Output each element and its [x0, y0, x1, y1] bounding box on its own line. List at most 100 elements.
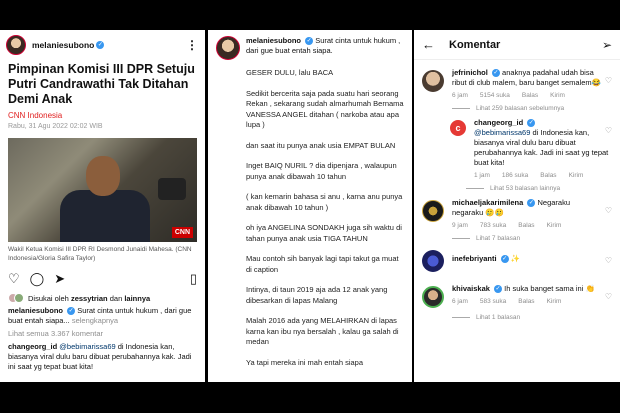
avatar[interactable] — [422, 200, 444, 222]
verified-icon: ✓ — [527, 199, 536, 208]
reply-button[interactable]: Balas — [518, 298, 534, 305]
heart-icon[interactable]: ♡ — [605, 206, 612, 215]
caption-paragraph: GESER DULU, lalu BACA — [246, 68, 334, 77]
news-article-image: Pimpinan Komisi III DPR Setuju Putri Can… — [8, 62, 197, 263]
cnn-logo: CNN — [171, 227, 193, 238]
comment-item: jefrinichol ✓ anaknya padahal udah bisa … — [414, 68, 620, 99]
liked-others[interactable]: lainnya — [124, 294, 150, 303]
photo-caption: Wakil Ketua Komisi III DPR RI Desmond Ju… — [8, 246, 192, 262]
comment-time: 6 jam — [452, 92, 468, 99]
comment-username[interactable]: michaeljakarimilena — [452, 198, 523, 207]
liker-avatar — [14, 293, 24, 303]
post-caption: melaniesubono ✓ Surat cinta untuk hukum … — [0, 303, 205, 326]
verified-icon: ✓ — [491, 69, 500, 78]
caption-paragraph: Mau contoh sih banyak lagi tapi takut ga… — [246, 254, 399, 274]
caption-username[interactable]: melaniesubono — [8, 306, 63, 315]
comment-likes[interactable]: 583 suka — [480, 298, 506, 305]
comment-username[interactable]: khivaiskak — [452, 284, 490, 293]
comment-username[interactable]: changeorg_id — [8, 342, 57, 351]
verified-icon: ✓ — [67, 307, 76, 316]
view-replies[interactable]: Lihat 7 balasan — [452, 235, 620, 242]
reply-button[interactable]: Balas — [518, 222, 534, 229]
person-figure — [60, 190, 150, 242]
send-button[interactable]: Kirim — [550, 92, 565, 99]
verified-icon: ✓ — [527, 119, 536, 128]
article-date: Rabu, 31 Agu 2022 02:02 WIB — [8, 123, 103, 130]
comment-item: khivaiskak ✓ Ih suka banget sama ini 👏 6… — [414, 284, 620, 308]
caption-paragraph: Malah 2016 ada yang MELAHIRKAN di lapas … — [246, 316, 399, 346]
post-panel-middle: melaniesubono ✓ Surat cinta untuk hukum … — [208, 30, 412, 382]
more-options-icon[interactable]: ⋮ — [186, 38, 199, 52]
article-headline: Pimpinan Komisi III DPR Setuju Putri Can… — [8, 62, 195, 106]
send-button[interactable]: Kirim — [569, 172, 584, 179]
heart-icon[interactable]: ♡ — [8, 271, 20, 287]
share-icon[interactable]: ➤ — [54, 271, 65, 287]
caption-body: GESER DULU, lalu BACA Sedikit bercerita … — [238, 68, 412, 368]
bookmark-icon[interactable]: ▯ — [190, 271, 197, 287]
reply-button[interactable]: Balas — [540, 172, 556, 179]
comment-likes[interactable]: 186 suka — [502, 172, 528, 179]
article-photo: CNN — [8, 138, 197, 242]
verified-icon: ✓ — [305, 37, 314, 46]
comment-text: ✨ — [510, 254, 521, 263]
view-replies[interactable]: Lihat 53 balasan lainnya — [466, 185, 620, 192]
caption-paragraph: Inget BAIQ NURIL ? dia dipenjara , walau… — [246, 161, 397, 181]
comment-time: 6 jam — [452, 298, 468, 305]
liked-prefix: Disukai oleh — [28, 293, 69, 303]
post-panel-left: melaniesubono ✓ ⋮ Pimpinan Komisi III DP… — [0, 30, 205, 382]
username[interactable]: melaniesubono — [32, 40, 94, 50]
liked-user[interactable]: zessytrian — [71, 294, 108, 303]
send-button[interactable]: Kirim — [547, 222, 562, 229]
view-all-comments[interactable]: Lihat semua 3.367 komentar — [0, 326, 205, 339]
heart-icon[interactable]: ♡ — [605, 292, 612, 301]
send-button[interactable]: Kirim — [547, 298, 562, 305]
liked-by: Disukai oleh zessytrian dan lainnya — [0, 287, 205, 303]
comment-likes[interactable]: 5154 suka — [480, 92, 510, 99]
reply-button[interactable]: Balas — [522, 92, 538, 99]
caption-paragraph: Intinya, di taun 2019 aja ada 12 anak ya… — [246, 285, 388, 305]
comments-header: ← Komentar ➢ — [414, 30, 620, 60]
comment-mention[interactable]: @bebimarissa69 — [59, 342, 115, 351]
caption-paragraph: ( kan kemarin bahasa si anu , karna anu … — [246, 192, 403, 212]
avatar[interactable] — [6, 35, 26, 55]
avatar[interactable] — [422, 250, 444, 272]
avatar[interactable] — [422, 286, 444, 308]
view-replies[interactable]: Lihat 1 balasan — [452, 314, 620, 321]
comment-item: c changeorg_id ✓ @bebimarissa69 di Indone… — [442, 118, 620, 179]
liked-and: dan — [109, 293, 123, 303]
username[interactable]: melaniesubono — [246, 36, 301, 45]
caption-paragraph: dan saat itu punya anak usia EMPAT BULAN — [246, 140, 396, 150]
comment-item: inefebriyanti ✓ ✨ ♡ — [414, 248, 620, 272]
caption-header: melaniesubono ✓ Surat cinta untuk hukum … — [208, 30, 412, 60]
comment-username[interactable]: inefebriyanti — [452, 254, 497, 263]
view-replies[interactable]: Lihat 259 balasan sebelumnya — [452, 105, 620, 112]
changeorg-logo-icon[interactable]: c — [450, 120, 466, 136]
heart-icon[interactable]: ♡ — [605, 76, 612, 85]
send-icon[interactable]: ➢ — [602, 38, 612, 52]
see-more-link[interactable]: selengkapnya — [72, 316, 118, 325]
verified-icon: ✓ — [500, 255, 509, 264]
comment-text: Ih suka banget sama ini 👏 — [504, 284, 595, 293]
comment-likes[interactable]: 783 suka — [480, 222, 506, 229]
comment-username[interactable]: jefrinichol — [452, 68, 488, 77]
avatar[interactable] — [422, 70, 444, 92]
comment-icon[interactable]: ◯ — [30, 271, 45, 287]
preview-comment: changeorg_id @bebimarissa69 di Indonesia… — [0, 339, 205, 372]
comment-username[interactable]: changeorg_id — [474, 118, 523, 127]
comments-panel: ← Komentar ➢ jefrinichol ✓ anaknya padah… — [414, 30, 620, 382]
person-face — [86, 156, 120, 196]
heart-icon[interactable]: ♡ — [605, 126, 612, 135]
comment-time: 1 jam — [474, 172, 490, 179]
post-actions: ♡ ◯ ➤ ▯ — [0, 263, 205, 287]
microphone — [158, 178, 186, 200]
comment-time: 9 jam — [452, 222, 468, 229]
comment-mention[interactable]: @bebimarissa69 — [474, 128, 530, 137]
verified-icon: ✓ — [494, 285, 503, 294]
caption-paragraph: Sedikit bercerita saja pada suatu hari s… — [246, 88, 404, 130]
avatar[interactable] — [216, 36, 240, 60]
caption-paragraph: Ya tapi mereka ini mah entah siapa — [246, 357, 364, 367]
article-source: CNN Indonesia — [8, 111, 63, 120]
back-arrow-icon[interactable]: ← — [422, 37, 435, 52]
heart-icon[interactable]: ♡ — [605, 256, 612, 265]
post-header: melaniesubono ✓ ⋮ — [0, 30, 205, 60]
